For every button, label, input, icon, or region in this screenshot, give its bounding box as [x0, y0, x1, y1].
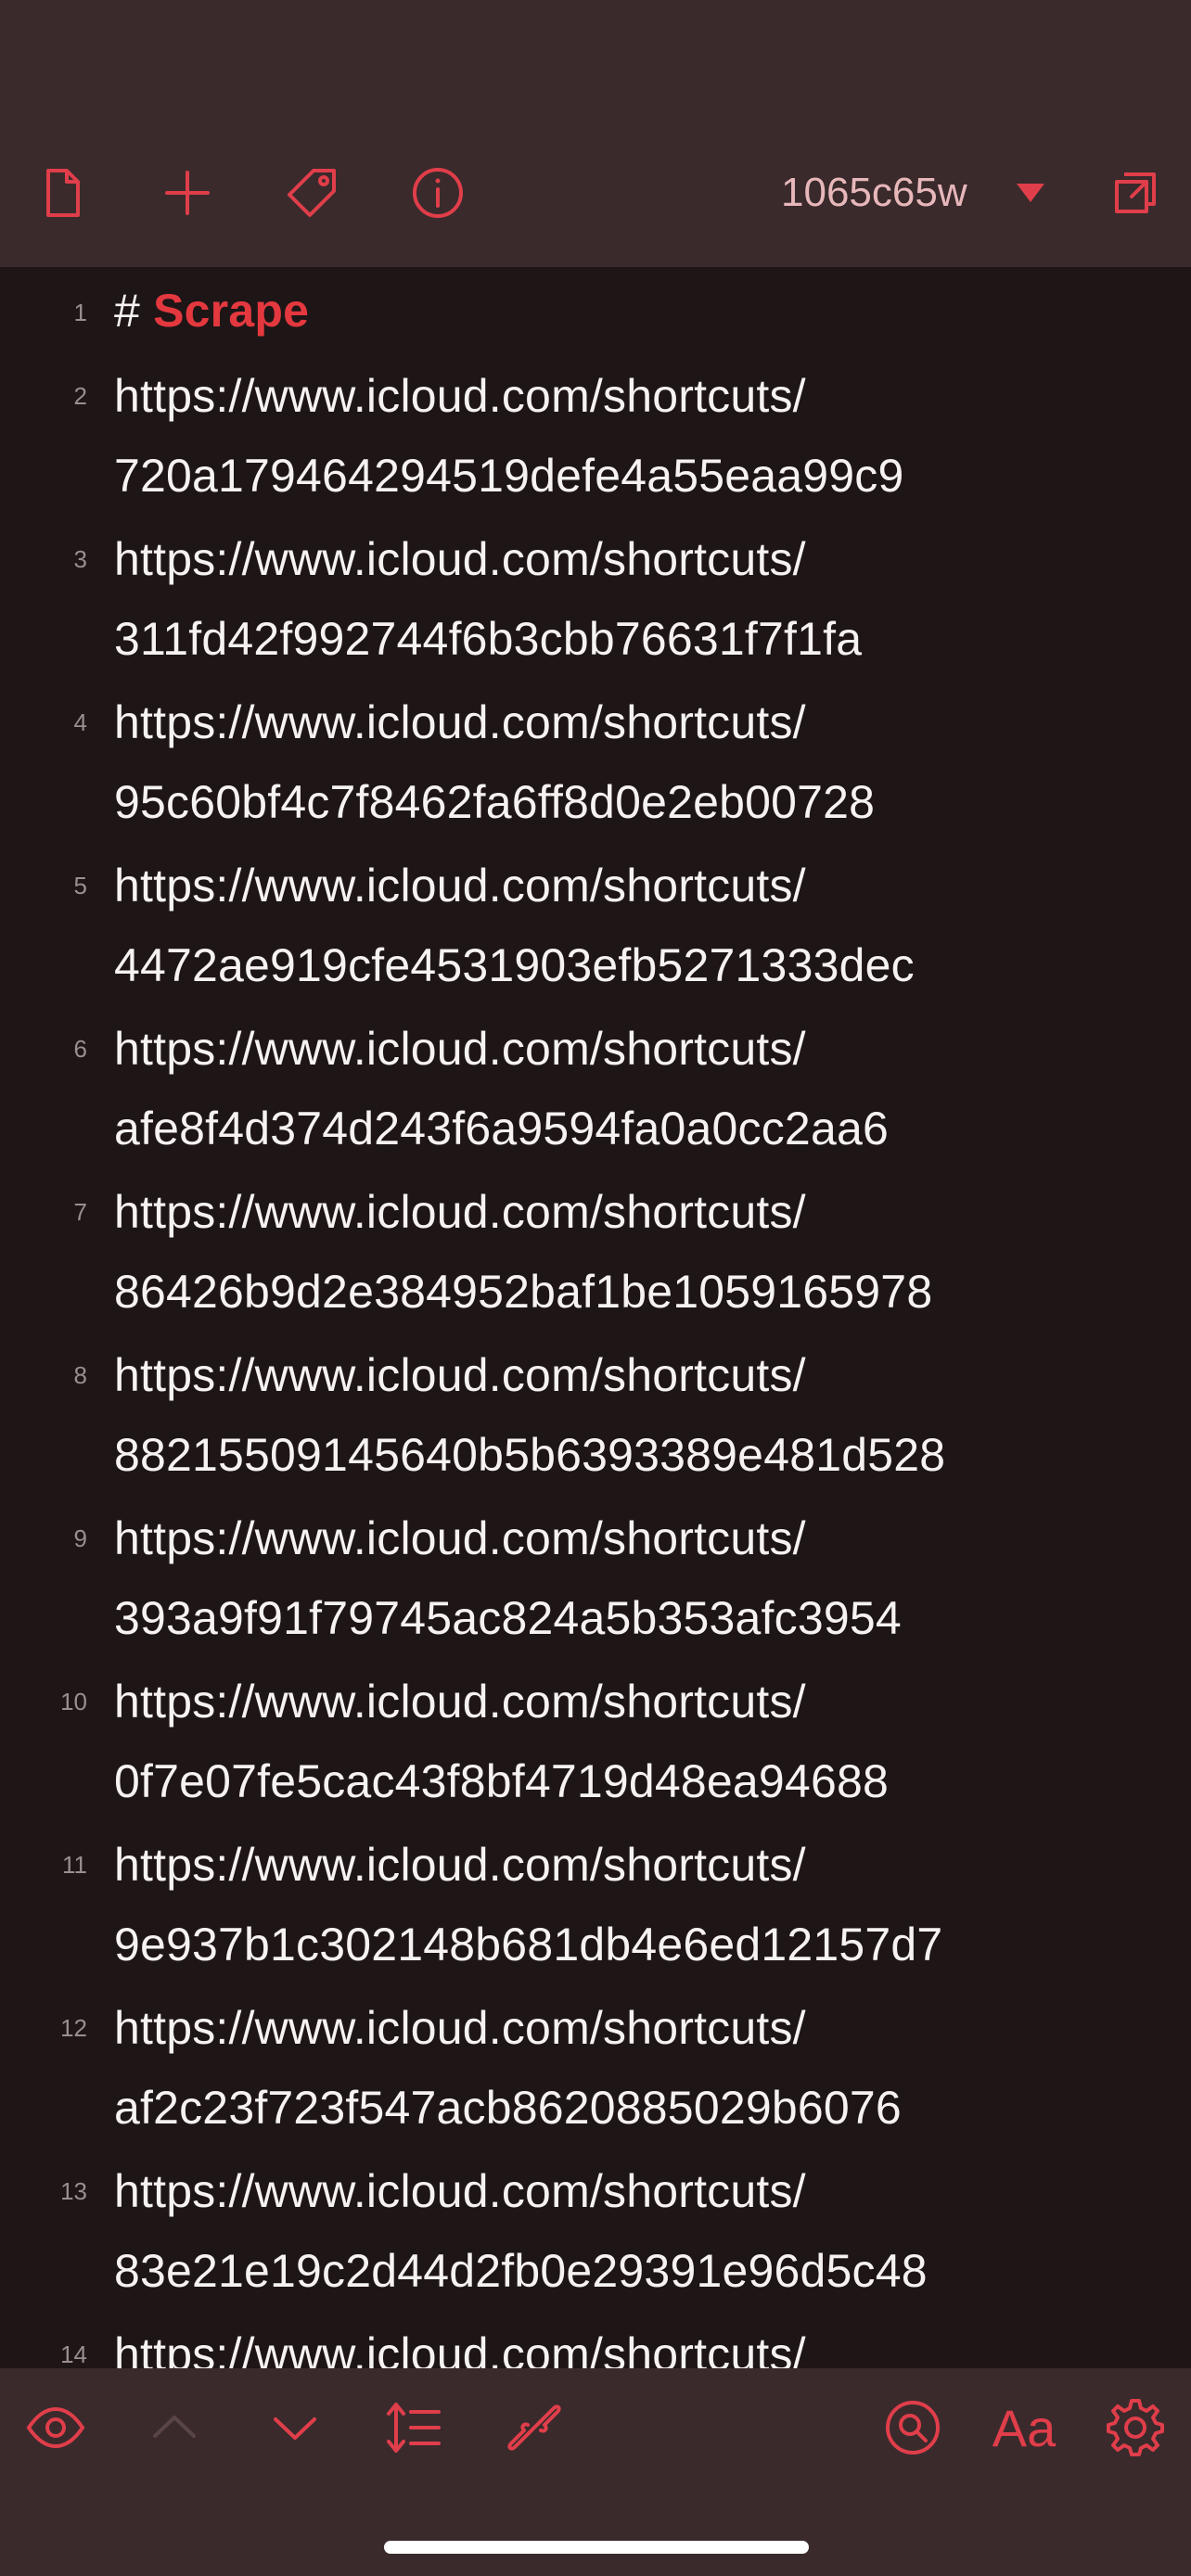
- heading-text: Scrape: [153, 285, 310, 337]
- line-spacing-icon[interactable]: [378, 2392, 449, 2463]
- url-base: https://www.icloud.com/shortcuts/: [114, 1512, 806, 1564]
- url-base: https://www.icloud.com/shortcuts/: [114, 2328, 806, 2368]
- url-base: https://www.icloud.com/shortcuts/: [114, 1023, 806, 1075]
- top-toolbar: 1065c65w: [0, 0, 1191, 267]
- home-indicator[interactable]: [384, 2541, 809, 2554]
- line-number: 4: [73, 708, 87, 736]
- url-base: https://www.icloud.com/shortcuts/: [114, 2165, 806, 2217]
- url-id: 393a9f91f79745ac824a5b353afc3954: [114, 1592, 902, 1644]
- line-text[interactable]: https://www.icloud.com/shortcuts/8821550…: [114, 1335, 1162, 1495]
- chevron-down-icon[interactable]: [260, 2392, 330, 2463]
- search-icon[interactable]: [877, 2392, 948, 2463]
- line-text[interactable]: https://www.icloud.com/shortcuts/95c60bf…: [114, 682, 1162, 842]
- url-base: https://www.icloud.com/shortcuts/: [114, 2002, 806, 2054]
- url-id: 311fd42f992744f6b3cbb76631f7f1fa: [114, 613, 863, 665]
- heading-marker: #: [114, 285, 141, 337]
- line-text[interactable]: https://www.icloud.com/shortcuts/afe8f4d…: [114, 1009, 1162, 1168]
- window-icon[interactable]: [1106, 163, 1165, 223]
- line-number: 6: [73, 1035, 87, 1063]
- url-base: https://www.icloud.com/shortcuts/: [114, 860, 806, 912]
- line-number: 7: [73, 1198, 87, 1226]
- gear-icon[interactable]: [1100, 2392, 1171, 2463]
- url-base: https://www.icloud.com/shortcuts/: [114, 370, 806, 422]
- line-text[interactable]: https://www.icloud.com/shortcuts/86426b9…: [114, 1172, 1162, 1332]
- line-text[interactable]: # Scrape: [114, 271, 1162, 351]
- document-name[interactable]: 1065c65w: [781, 167, 967, 219]
- font-settings-label: Aa: [992, 2398, 1057, 2457]
- url-id: afe8f4d374d243f6a9594fa0a0cc2aa6: [114, 1103, 889, 1154]
- line-number: 10: [60, 1688, 87, 1715]
- line-number: 5: [73, 872, 87, 899]
- line-number: 1: [73, 299, 87, 326]
- line-number: 11: [62, 1851, 87, 1879]
- document-icon[interactable]: [33, 163, 93, 223]
- line-number: 9: [73, 1524, 87, 1552]
- url-base: https://www.icloud.com/shortcuts/: [114, 1676, 806, 1728]
- url-id: 0f7e07fe5cac43f8bf4719d48ea94688: [114, 1755, 889, 1807]
- chevron-up-icon[interactable]: [139, 2392, 210, 2463]
- url-base: https://www.icloud.com/shortcuts/: [114, 1839, 806, 1891]
- url-base: https://www.icloud.com/shortcuts/: [114, 1186, 806, 1238]
- url-id: 9e937b1c302148b681db4e6ed12157d7: [114, 1919, 943, 1970]
- document-name-label: 1065c65w: [781, 170, 967, 215]
- url-id: 83e21e19c2d44d2fb0e29391e96d5c48: [114, 2245, 928, 2297]
- tag-icon[interactable]: [282, 163, 341, 223]
- link-icon[interactable]: [499, 2392, 570, 2463]
- url-id: 720a179464294519defe4a55eaa99c9: [114, 450, 904, 502]
- chevron-down-icon[interactable]: [1015, 182, 1046, 204]
- editor[interactable]: 1 # Scrape 2 https://www.icloud.com/short…: [0, 267, 1191, 2368]
- line-number: 13: [60, 2177, 87, 2205]
- line-number: 3: [73, 545, 87, 573]
- url-id: 86426b9d2e384952baf1be1059165978: [114, 1266, 933, 1318]
- line-text[interactable]: https://www.icloud.com/shortcuts/: [114, 2315, 1162, 2368]
- line-text[interactable]: https://www.icloud.com/shortcuts/83e21e1…: [114, 2151, 1162, 2311]
- line-text[interactable]: https://www.icloud.com/shortcuts/9e937b1…: [114, 1825, 1162, 1984]
- plus-icon[interactable]: [158, 163, 217, 223]
- url-base: https://www.icloud.com/shortcuts/: [114, 696, 806, 748]
- line-number: 14: [60, 2340, 87, 2368]
- url-base: https://www.icloud.com/shortcuts/: [114, 1349, 806, 1401]
- url-id: 88215509145640b5b6393389e481d528: [114, 1429, 946, 1481]
- line-number: 12: [60, 2014, 87, 2042]
- line-text[interactable]: https://www.icloud.com/shortcuts/0f7e07f…: [114, 1662, 1162, 1821]
- info-icon[interactable]: [408, 163, 467, 223]
- line-text[interactable]: https://www.icloud.com/shortcuts/720a179…: [114, 356, 1162, 516]
- url-id: 95c60bf4c7f8462fa6ff8d0e2eb00728: [114, 776, 876, 828]
- font-settings-button[interactable]: Aa: [987, 2392, 1061, 2463]
- url-id: 4472ae919cfe4531903efb5271333dec: [114, 939, 915, 991]
- eye-icon[interactable]: [20, 2392, 91, 2463]
- line-number: 2: [73, 382, 87, 410]
- line-text[interactable]: https://www.icloud.com/shortcuts/393a9f9…: [114, 1498, 1162, 1658]
- line-text[interactable]: https://www.icloud.com/shortcuts/311fd42…: [114, 519, 1162, 679]
- line-number: 8: [73, 1361, 87, 1389]
- line-text[interactable]: https://www.icloud.com/shortcuts/af2c23f…: [114, 1988, 1162, 2148]
- url-id: af2c23f723f547acb8620885029b6076: [114, 2082, 902, 2134]
- url-base: https://www.icloud.com/shortcuts/: [114, 533, 806, 585]
- line-text[interactable]: https://www.icloud.com/shortcuts/4472ae9…: [114, 846, 1162, 1005]
